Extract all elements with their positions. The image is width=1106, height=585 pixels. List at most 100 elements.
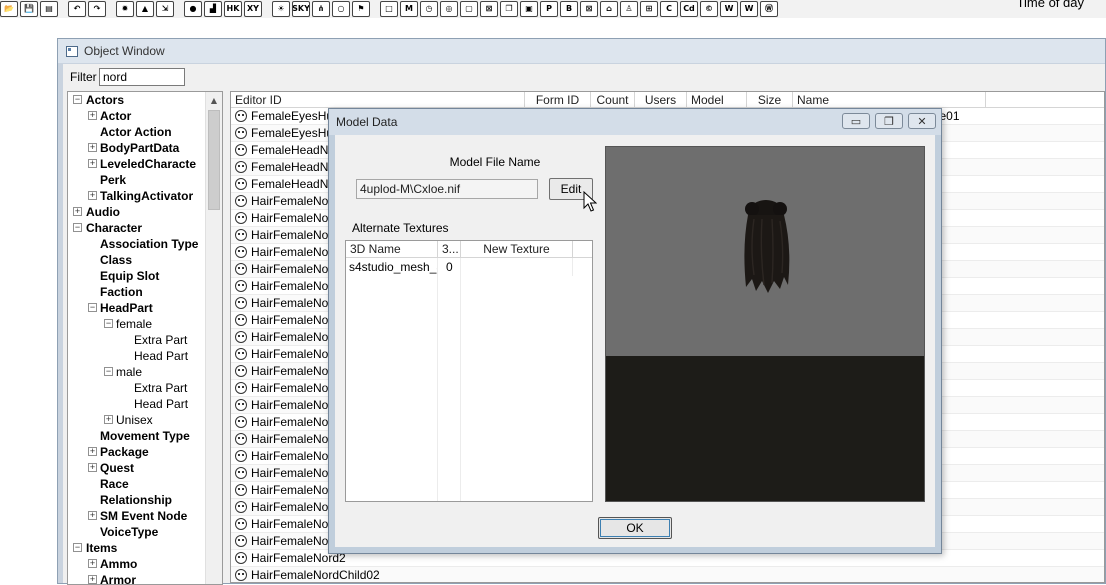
expand-icon[interactable]: + <box>88 575 97 584</box>
warning-button[interactable]: ▲ <box>136 1 154 17</box>
column-header-users[interactable]: Users <box>635 92 687 108</box>
column-3d-name[interactable]: 3D Name <box>346 241 438 258</box>
scroll-up-arrow-icon[interactable]: ▲ <box>206 92 222 109</box>
expand-icon[interactable]: + <box>88 447 97 456</box>
tree-item[interactable]: Head Part <box>68 396 205 412</box>
expand-icon[interactable]: + <box>88 511 97 520</box>
expand-icon[interactable]: + <box>73 207 82 216</box>
tree-item[interactable]: Race <box>68 476 205 492</box>
copyright-button[interactable]: © <box>700 1 718 17</box>
hk-button[interactable]: HK <box>224 1 242 17</box>
collapse-icon[interactable]: − <box>73 543 82 552</box>
tree-item[interactable]: − female <box>68 316 205 332</box>
column-header-model[interactable]: Model <box>687 92 747 108</box>
column-header-name[interactable]: Name <box>793 92 986 108</box>
tree-item[interactable]: + SM Event Node <box>68 508 205 524</box>
tree-item[interactable]: − Character <box>68 220 205 236</box>
scale-xyz-button[interactable]: XY <box>244 1 262 17</box>
expand-icon[interactable]: + <box>88 143 97 152</box>
expand-icon[interactable]: + <box>88 111 97 120</box>
m-button[interactable]: M <box>400 1 418 17</box>
tree-item[interactable]: Extra Part <box>68 380 205 396</box>
w-box-button[interactable]: W <box>740 1 758 17</box>
ok-button[interactable]: OK <box>598 517 672 539</box>
tree-item[interactable]: + Package <box>68 444 205 460</box>
close-button[interactable]: ✕ <box>908 113 936 129</box>
tree-item[interactable]: − Items <box>68 540 205 556</box>
collapse-icon[interactable]: − <box>88 303 97 312</box>
open-folder-button[interactable]: 📂 <box>0 1 18 17</box>
save-button[interactable]: 💾 <box>20 1 38 17</box>
stack-button[interactable]: ❐ <box>500 1 518 17</box>
tree-item[interactable]: Association Type <box>68 236 205 252</box>
tree-item[interactable]: + Quest <box>68 460 205 476</box>
close-box-button[interactable]: ⊠ <box>480 1 498 17</box>
expand-icon[interactable]: + <box>88 559 97 568</box>
sky-button[interactable]: SKY <box>292 1 310 17</box>
tree-item[interactable]: + Audio <box>68 204 205 220</box>
save-list-button[interactable]: ▤ <box>40 1 58 17</box>
tree-item[interactable]: Class <box>68 252 205 268</box>
red-gear-button[interactable]: ✹ <box>116 1 134 17</box>
expand-icon[interactable]: + <box>88 191 97 200</box>
tree-item[interactable]: + Armor <box>68 572 205 584</box>
box-button[interactable]: □ <box>380 1 398 17</box>
column-header-form-id[interactable]: Form ID <box>525 92 591 108</box>
tree-item[interactable]: Actor Action <box>68 124 205 140</box>
tree-item[interactable]: Faction <box>68 284 205 300</box>
cd-button[interactable]: Cd <box>680 1 698 17</box>
grass-button[interactable]: ⋔ <box>312 1 330 17</box>
cross-box-button[interactable]: ⊠ <box>580 1 598 17</box>
tree-item[interactable]: Relationship <box>68 492 205 508</box>
column-header-editor-id[interactable]: Editor ID <box>231 92 525 108</box>
tree-scrollbar[interactable]: ▲ <box>205 92 222 584</box>
tree-scroll-thumb[interactable] <box>208 110 220 210</box>
w-button[interactable]: W <box>720 1 738 17</box>
pages-button[interactable]: ▣ <box>520 1 538 17</box>
model-file-name-field[interactable]: 4uplod-M\Cxloe.nif <box>356 179 538 199</box>
clock-button[interactable]: ◷ <box>420 1 438 17</box>
tree-item[interactable]: Equip Slot <box>68 268 205 284</box>
people-button[interactable]: ♙ <box>620 1 638 17</box>
tree-item[interactable]: − Actors <box>68 92 205 108</box>
texture-new-texture[interactable] <box>461 258 573 276</box>
tree-item[interactable]: − male <box>68 364 205 380</box>
tree-item[interactable]: + Unisex <box>68 412 205 428</box>
tree-item[interactable]: Perk <box>68 172 205 188</box>
model-preview[interactable] <box>605 146 925 502</box>
restore-button[interactable]: ❐ <box>875 113 903 129</box>
tree-item[interactable]: − HeadPart <box>68 300 205 316</box>
circle-a-button[interactable]: ◎ <box>440 1 458 17</box>
collapse-icon[interactable]: − <box>104 319 113 328</box>
filter-input[interactable] <box>99 68 185 86</box>
tree-item[interactable]: + BodyPartData <box>68 140 205 156</box>
p-button[interactable]: P <box>540 1 558 17</box>
tree-item[interactable]: + Actor <box>68 108 205 124</box>
tree-item[interactable]: + LeveledCharacte <box>68 156 205 172</box>
collapse-icon[interactable]: − <box>73 223 82 232</box>
undo-button[interactable]: ↶ <box>68 1 86 17</box>
c-button[interactable]: C <box>660 1 678 17</box>
light-bulb-button[interactable]: ☀ <box>272 1 290 17</box>
tree-item[interactable]: + Ammo <box>68 556 205 572</box>
column-header-size[interactable]: Size <box>747 92 793 108</box>
collapse-icon[interactable]: − <box>73 95 82 104</box>
w-circle-button[interactable]: Ⓦ <box>760 1 778 17</box>
b-button[interactable]: B <box>560 1 578 17</box>
tree-item[interactable]: + TalkingActivator <box>68 188 205 204</box>
tree-item[interactable]: VoiceType <box>68 524 205 540</box>
minimize-button[interactable]: ▭ <box>842 113 870 129</box>
speech-bubble-button[interactable]: ○ <box>332 1 350 17</box>
chest-button[interactable]: ⊞ <box>640 1 658 17</box>
expand-icon[interactable]: + <box>88 159 97 168</box>
square-button[interactable]: ▢ <box>460 1 478 17</box>
landscape-button[interactable]: ▟ <box>204 1 222 17</box>
marker-button[interactable]: ⚑ <box>352 1 370 17</box>
column-index[interactable]: 3... <box>438 241 461 258</box>
object-window-titlebar[interactable]: Object Window <box>58 39 1105 63</box>
tree-item[interactable]: Movement Type <box>68 428 205 444</box>
pin-button[interactable]: ⇲ <box>156 1 174 17</box>
column-new-texture[interactable]: New Texture <box>461 241 573 258</box>
collapse-icon[interactable]: − <box>104 367 113 376</box>
tree-item[interactable]: Head Part <box>68 348 205 364</box>
